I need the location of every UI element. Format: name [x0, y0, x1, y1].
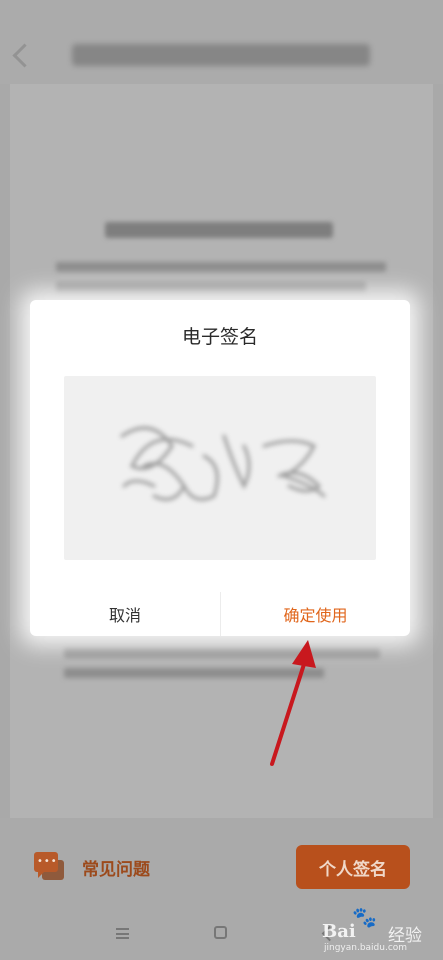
annotation-arrow-shaft	[270, 656, 308, 766]
annotation-arrow-head	[292, 640, 316, 668]
watermark-brand: Bai	[322, 921, 356, 942]
baidu-jingyan-watermark: 🐾 Bai 经验 jingyan.baidu.com	[322, 905, 438, 955]
annotation-arrow	[270, 640, 316, 766]
watermark-url: jingyan.baidu.com	[324, 943, 408, 953]
